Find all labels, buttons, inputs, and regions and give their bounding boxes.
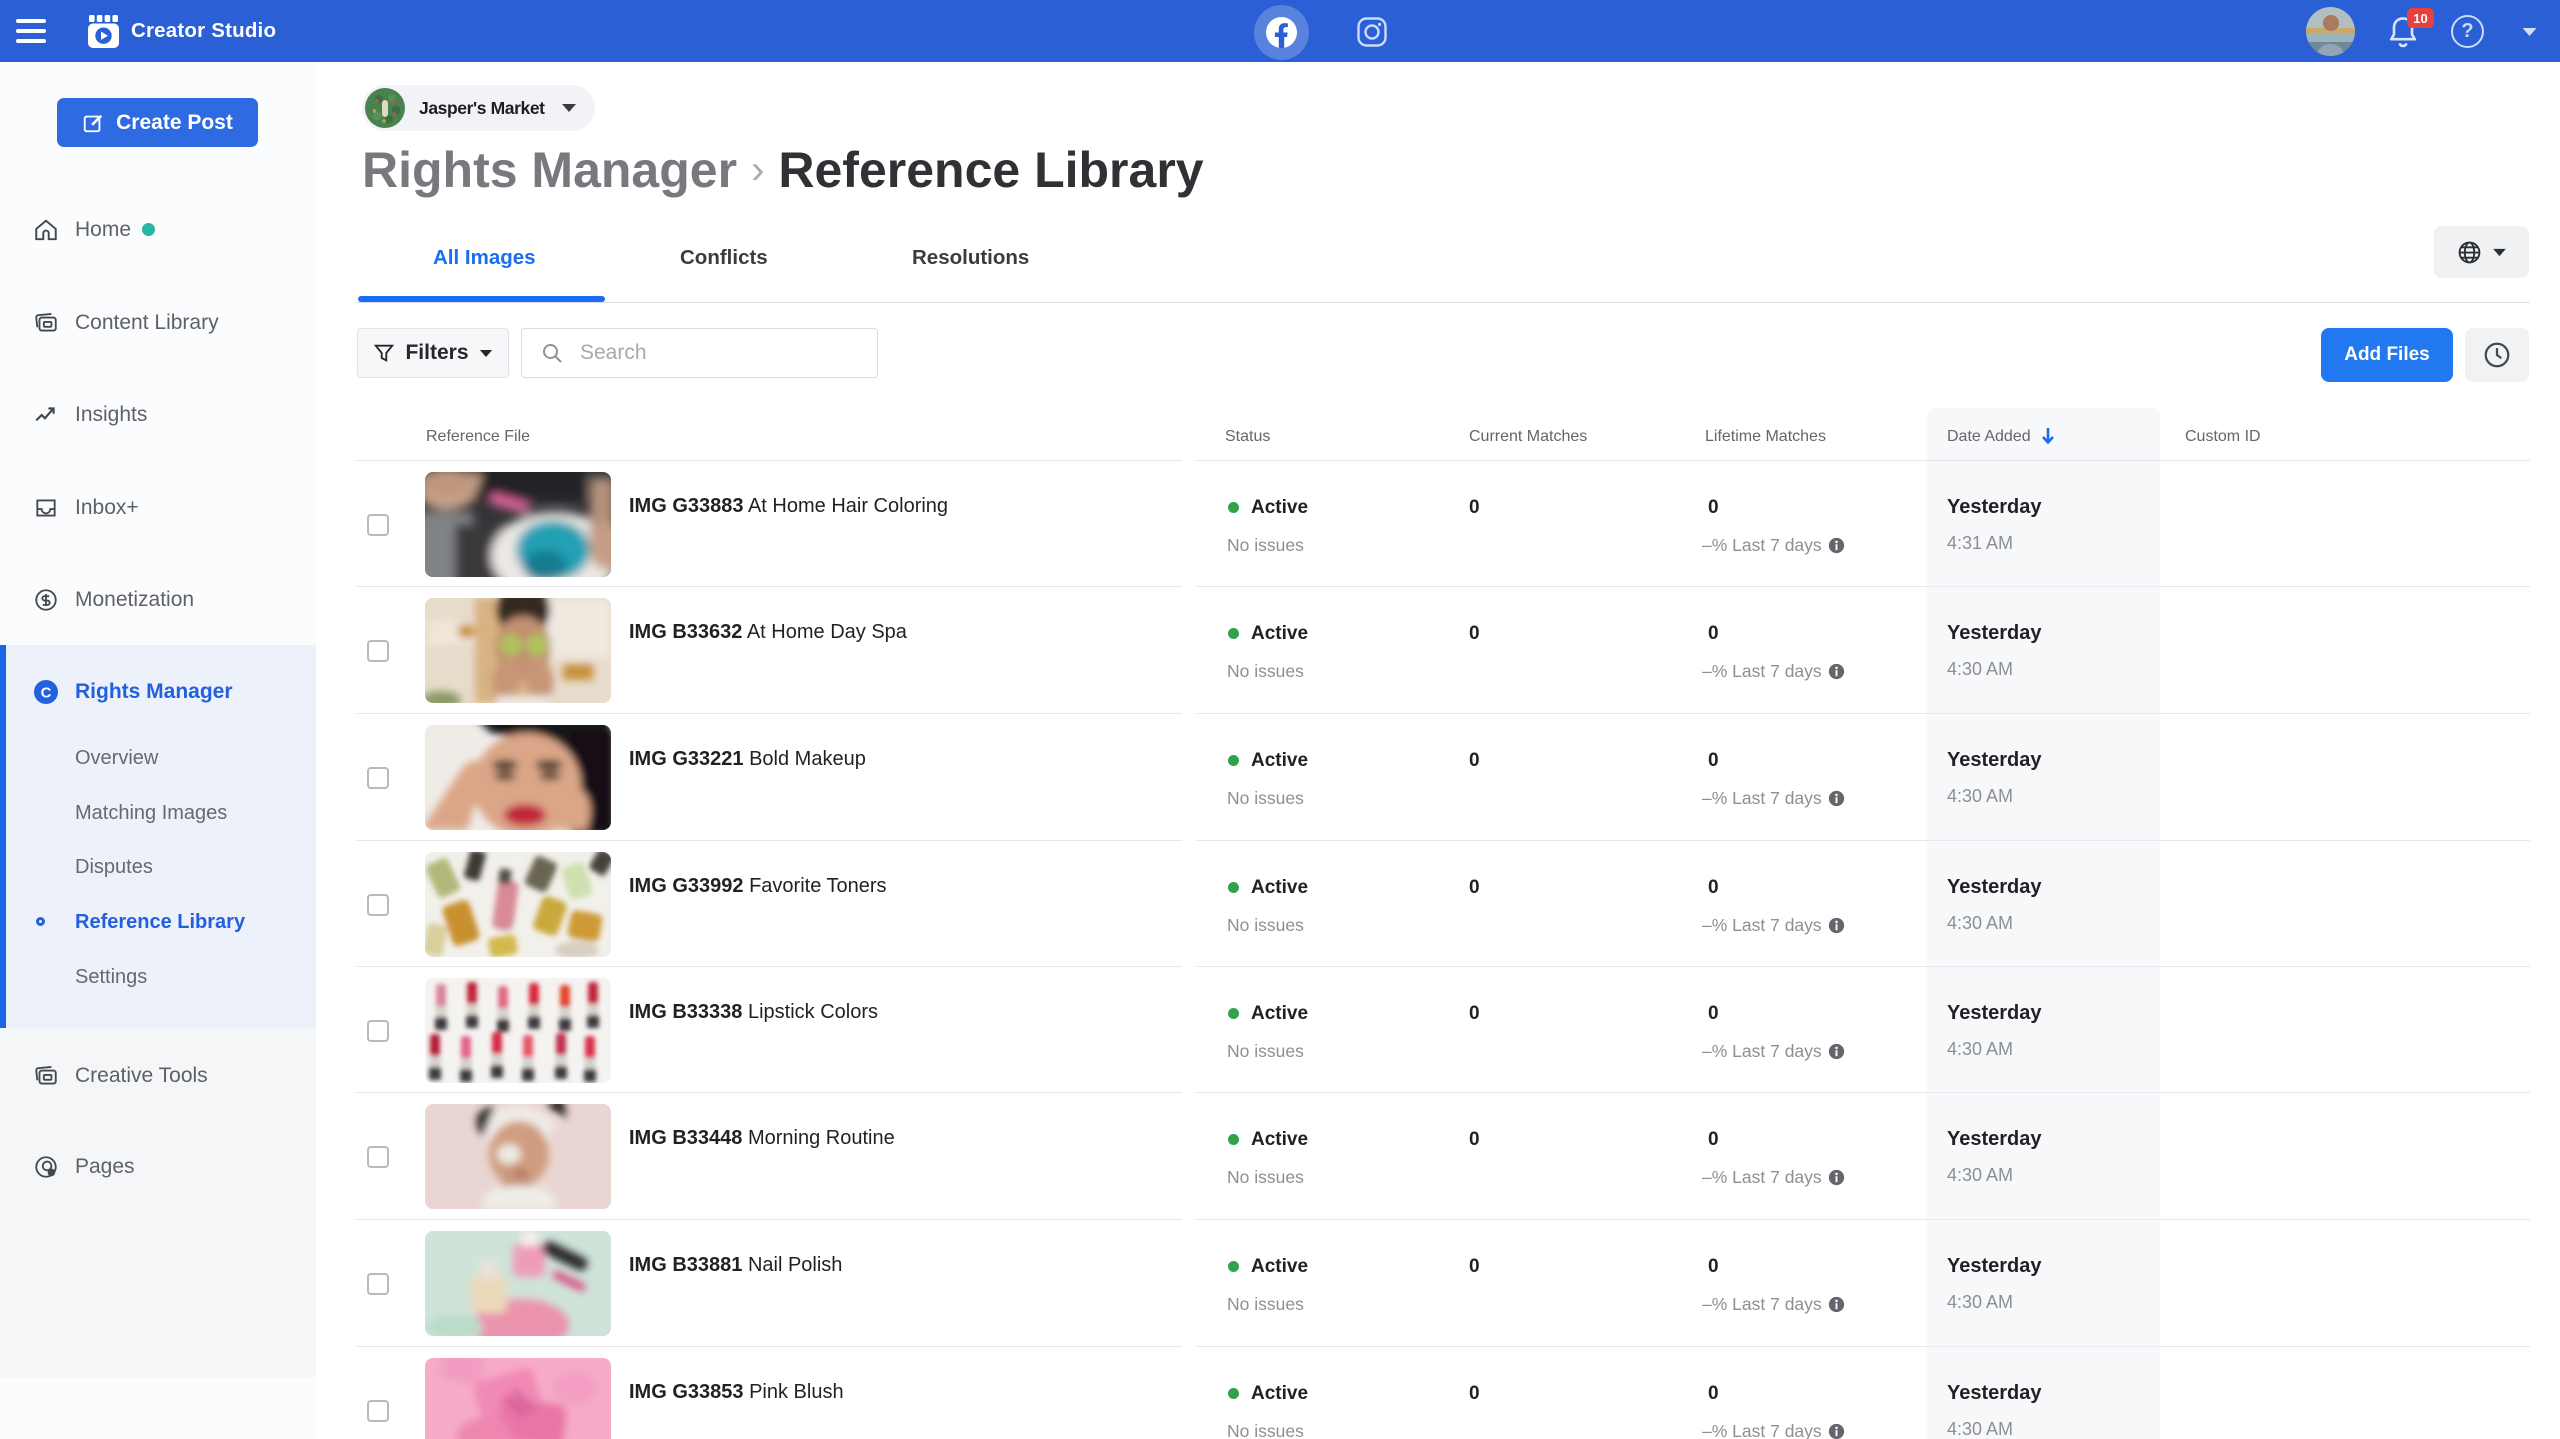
- svg-text:C: C: [41, 685, 52, 702]
